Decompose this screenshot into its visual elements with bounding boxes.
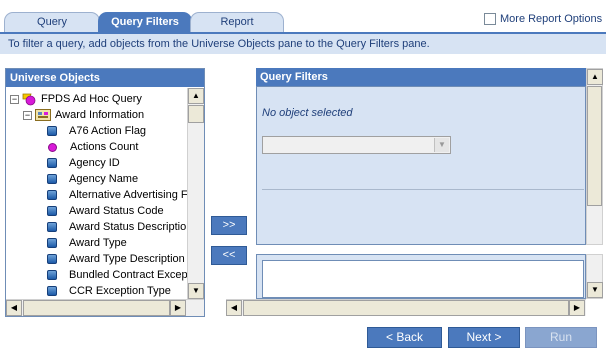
- measure-icon: [48, 142, 57, 152]
- chevron-down-icon[interactable]: ▼: [434, 138, 449, 152]
- tree-item-label: Award Status Code: [69, 205, 164, 217]
- tree-item-label: Bundled Contract Excep: [69, 269, 188, 281]
- tree-item[interactable]: Award Status Descriptio: [47, 219, 186, 235]
- tree-item[interactable]: Agency ID: [47, 155, 120, 171]
- tree-item[interactable]: Award Status Code: [47, 203, 164, 219]
- tree-item[interactable]: Alternative Advertising F: [47, 187, 188, 203]
- dimension-icon: [47, 126, 57, 136]
- scroll-up-icon[interactable]: ▲: [587, 69, 603, 85]
- scroll-left-icon[interactable]: ◀: [6, 300, 22, 316]
- scroll-right-icon[interactable]: ▶: [170, 300, 186, 316]
- more-options-checkbox[interactable]: [484, 13, 496, 25]
- dimension-icon: [47, 270, 57, 280]
- tree-item[interactable]: Bundled Contract Excep: [47, 267, 188, 283]
- dimension-icon: [47, 238, 57, 248]
- run-button[interactable]: Run: [525, 327, 597, 348]
- tree-item-label: Agency ID: [69, 157, 120, 169]
- no-object-message: No object selected: [262, 107, 353, 119]
- dimension-icon: [47, 174, 57, 184]
- tab-query-filters[interactable]: Query Filters: [98, 12, 192, 32]
- scroll-thumb[interactable]: [587, 86, 602, 206]
- query-filters-vertical-scrollbar[interactable]: ▲: [586, 68, 603, 245]
- add-filter-button[interactable]: >>: [211, 216, 247, 235]
- remove-filter-button[interactable]: <<: [211, 246, 247, 265]
- universe-icon: [22, 92, 36, 106]
- next-button[interactable]: Next >: [448, 327, 520, 348]
- tree-root[interactable]: − FPDS Ad Hoc Query: [10, 91, 142, 107]
- filter-definition-pane: [256, 254, 586, 299]
- operator-select[interactable]: ▼: [262, 136, 451, 154]
- filter-definition-area[interactable]: [262, 260, 584, 298]
- pane-divider: [262, 189, 584, 190]
- tree-item[interactable]: Agency Name: [47, 171, 138, 187]
- tree-item[interactable]: CCR Exception Type: [47, 283, 171, 299]
- universe-vertical-scrollbar[interactable]: ▲ ▼: [187, 88, 204, 299]
- tree-item[interactable]: Award Type Description: [47, 251, 185, 267]
- dimension-icon: [47, 222, 57, 232]
- universe-objects-panel: Universe Objects − FPDS Ad Hoc Query − A…: [5, 68, 205, 317]
- collapse-icon[interactable]: −: [23, 110, 32, 120]
- filter-definition-vertical-scrollbar[interactable]: ▼: [586, 254, 603, 299]
- class-folder-icon: [35, 109, 51, 121]
- tree-class-label: Award Information: [55, 109, 145, 121]
- tab-report[interactable]: Report: [190, 12, 284, 32]
- tree-item[interactable]: Actions Count: [47, 139, 138, 155]
- more-report-options[interactable]: More Report Options: [484, 13, 602, 25]
- scroll-down-icon[interactable]: ▼: [587, 282, 603, 298]
- query-filters-pane: No object selected ▼: [256, 86, 586, 245]
- tree-item[interactable]: A76 Action Flag: [47, 123, 146, 139]
- tab-query[interactable]: Query: [4, 12, 100, 32]
- scroll-thumb[interactable]: [243, 300, 569, 316]
- dimension-icon: [47, 286, 57, 296]
- tree-item-label: Agency Name: [69, 173, 139, 185]
- dimension-icon: [47, 190, 57, 200]
- dimension-icon: [47, 254, 57, 264]
- collapse-icon[interactable]: −: [10, 94, 19, 104]
- tree-item-label: Award Type Description: [69, 253, 185, 265]
- tree-root-label: FPDS Ad Hoc Query: [41, 93, 142, 105]
- scroll-down-icon[interactable]: ▼: [188, 283, 204, 299]
- tree-item-label: Award Status Descriptio: [69, 221, 187, 233]
- dimension-icon: [47, 158, 57, 168]
- tree-item-label: Alternative Advertising F: [69, 189, 188, 201]
- dimension-icon: [47, 206, 57, 216]
- query-filters-title: Query Filters: [256, 68, 586, 86]
- info-bar: To filter a query, add objects from the …: [0, 32, 606, 54]
- scroll-up-icon[interactable]: ▲: [188, 88, 204, 104]
- tree-item-label: Award Type: [69, 237, 127, 249]
- scroll-thumb[interactable]: [188, 105, 204, 123]
- universe-horizontal-scrollbar[interactable]: ◀ ▶: [6, 299, 204, 316]
- tab-bar: Query Query Filters Report More Report O…: [0, 0, 606, 32]
- scroll-right-icon[interactable]: ▶: [569, 300, 585, 316]
- scroll-thumb[interactable]: [23, 300, 170, 316]
- scroll-left-icon[interactable]: ◀: [226, 300, 242, 316]
- tree-class[interactable]: − Award Information: [23, 107, 144, 123]
- more-options-label: More Report Options: [500, 13, 603, 25]
- universe-tree: − FPDS Ad Hoc Query − Award Information: [6, 88, 188, 299]
- tree-item-label: A76 Action Flag: [69, 125, 147, 137]
- universe-objects-title: Universe Objects: [6, 69, 204, 87]
- query-filters-horizontal-scrollbar[interactable]: ◀ ▶: [226, 299, 586, 316]
- tree-item[interactable]: Award Type: [47, 235, 127, 251]
- back-button[interactable]: < Back: [367, 327, 442, 348]
- tree-item-label: CCR Exception Type: [69, 285, 171, 297]
- tree-item-label: Actions Count: [70, 141, 139, 153]
